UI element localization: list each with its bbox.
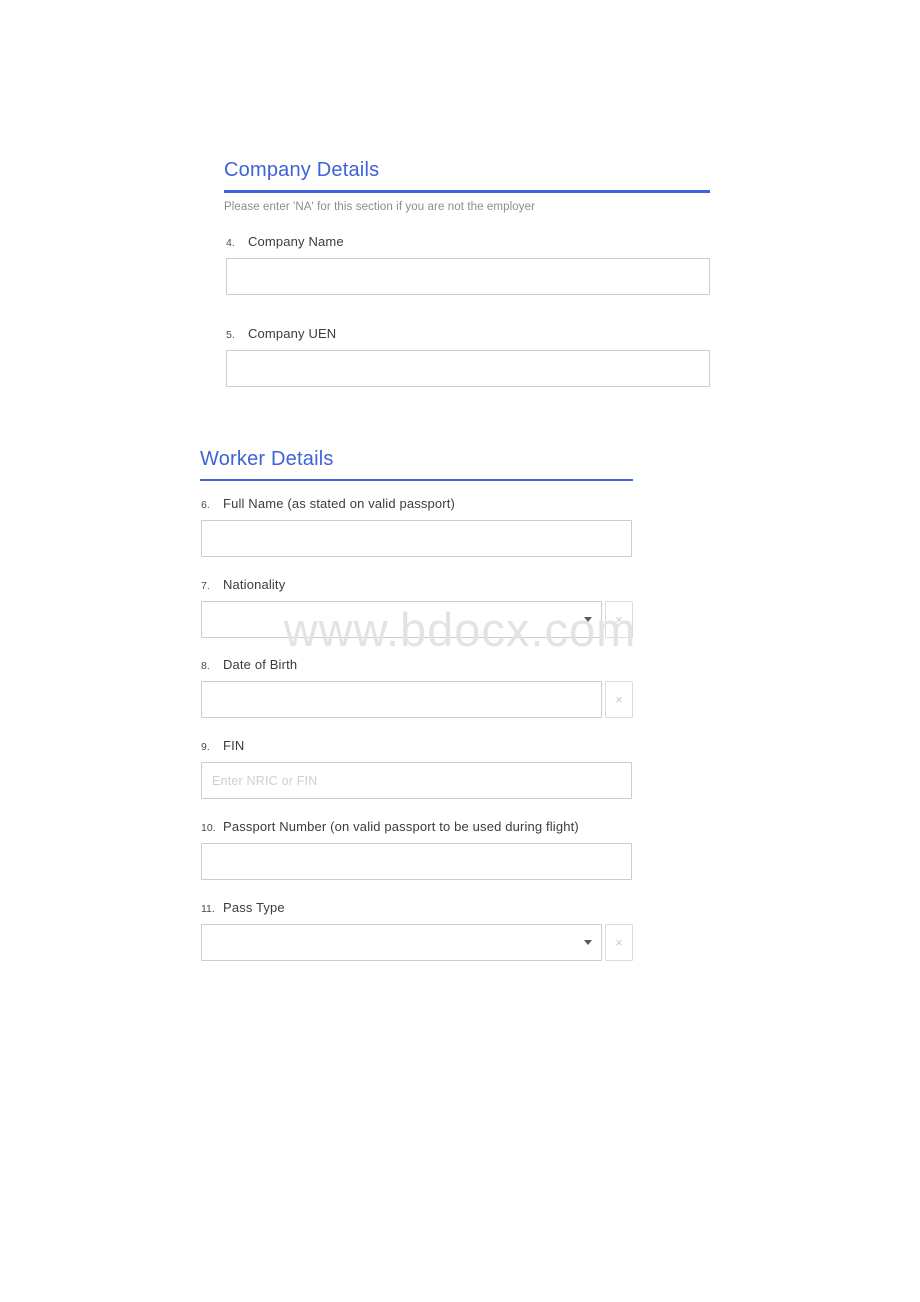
field-row [201,843,632,880]
question-label-row: 4. Company Name [226,234,710,249]
question-label: Pass Type [223,900,285,915]
question-company-uen: 5. Company UEN [226,326,710,387]
company-name-input[interactable] [226,258,710,295]
question-number: 6. [201,499,210,511]
question-label-row: 10. Passport Number (on valid passport t… [201,819,632,834]
passport-number-input[interactable] [201,843,632,880]
question-pass-type: 11. Pass Type × [201,900,633,961]
question-number: 7. [201,580,210,592]
question-label-row: 9. FIN [201,738,632,753]
question-label-row: 11. Pass Type [201,900,633,915]
pass-type-select[interactable] [201,924,602,961]
question-label: Company UEN [248,326,337,341]
question-number: 11. [201,903,215,915]
section-title-worker: Worker Details [200,448,334,470]
field-row [226,350,710,387]
nationality-select[interactable] [201,601,602,638]
date-of-birth-clear-button[interactable]: × [605,681,633,718]
question-label-row: 7. Nationality [201,577,633,592]
question-date-of-birth: 8. Date of Birth × [201,657,633,718]
chevron-down-icon [584,617,592,622]
close-icon: × [615,612,623,627]
question-full-name: 6. Full Name (as stated on valid passpor… [201,496,632,557]
section-title-company: Company Details [224,159,380,181]
section-subtitle-company: Please enter 'NA' for this section if yo… [224,201,536,213]
question-label: FIN [223,738,245,753]
question-label-row: 5. Company UEN [226,326,710,341]
field-row: × [201,601,633,638]
pass-type-clear-button[interactable]: × [605,924,633,961]
question-number: 10. [201,822,216,834]
question-label: Full Name (as stated on valid passport) [223,496,456,511]
close-icon: × [615,692,623,707]
section-worker-details: Worker Details [200,447,633,481]
question-label: Passport Number (on valid passport to be… [223,819,579,834]
question-number: 9. [201,741,210,753]
section-rule-worker [200,479,633,481]
question-fin: 9. FIN Enter NRIC or FIN [201,738,632,799]
form-page: Company Details Please enter 'NA' for th… [0,0,920,1302]
question-label: Nationality [223,577,286,592]
date-of-birth-input[interactable] [201,681,602,718]
field-row [201,520,632,557]
question-label: Company Name [248,234,344,249]
full-name-input[interactable] [201,520,632,557]
field-row: × [201,681,633,718]
section-rule-company [224,190,710,193]
question-passport-number: 10. Passport Number (on valid passport t… [201,819,632,880]
chevron-down-icon [584,940,592,945]
section-company-details: Company Details Please enter 'NA' for th… [224,158,710,213]
question-label: Date of Birth [223,657,298,672]
nationality-clear-button[interactable]: × [605,601,633,638]
question-number: 8. [201,660,210,672]
question-nationality: 7. Nationality × [201,577,633,638]
question-number: 4. [226,237,235,249]
company-uen-input[interactable] [226,350,710,387]
close-icon: × [615,935,623,950]
question-number: 5. [226,329,235,341]
field-row [226,258,710,295]
field-row: Enter NRIC or FIN [201,762,632,799]
question-label-row: 8. Date of Birth [201,657,633,672]
question-company-name: 4. Company Name [226,234,710,295]
question-label-row: 6. Full Name (as stated on valid passpor… [201,496,632,511]
fin-placeholder: Enter NRIC or FIN [212,773,318,788]
field-row: × [201,924,633,961]
fin-input[interactable]: Enter NRIC or FIN [201,762,632,799]
